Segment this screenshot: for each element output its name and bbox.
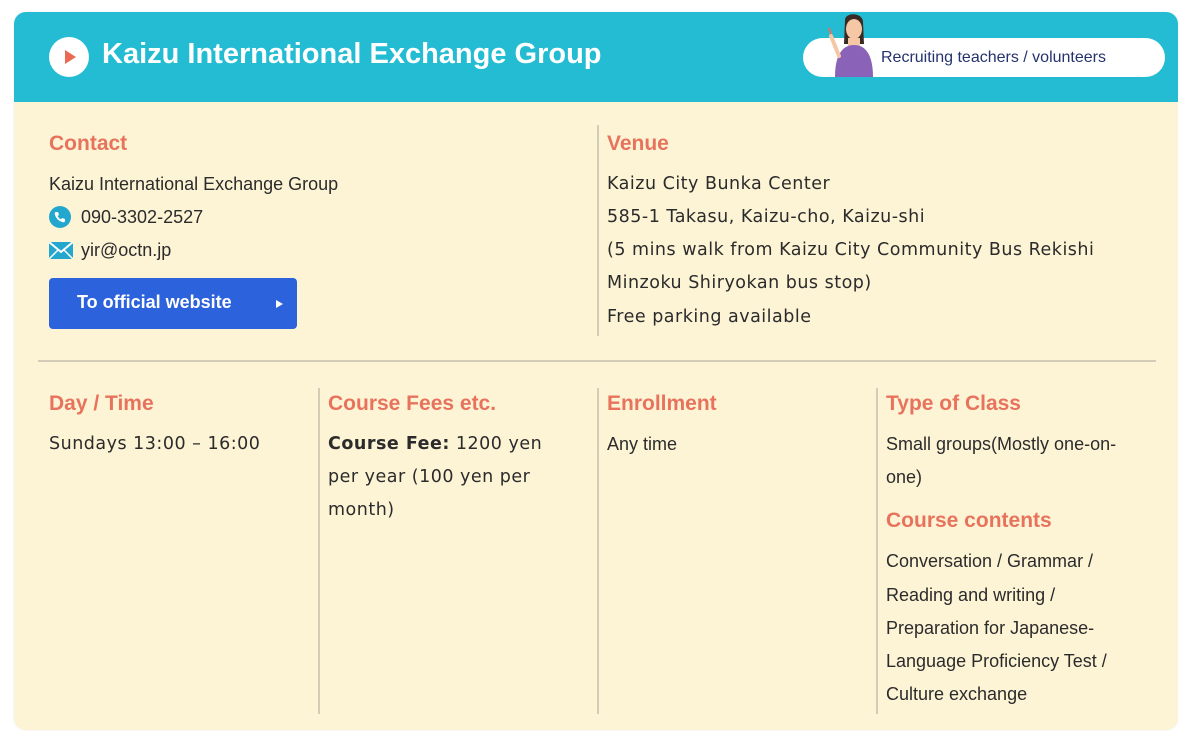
recruiting-badge[interactable]: Recruiting teachers / volunteers: [803, 14, 1165, 77]
divider: [597, 388, 599, 714]
fee-line-2: per year (100 yen per: [328, 467, 531, 487]
teacher-illustration: [828, 14, 873, 77]
venue-address: 585-1 Takasu, Kaizu-cho, Kaizu-shi: [607, 207, 926, 227]
venue-name: Kaizu City Bunka Center: [607, 174, 831, 194]
phone-icon: [49, 206, 71, 228]
day-time-heading: Day / Time: [49, 392, 154, 415]
official-website-button-label: To official website: [77, 292, 232, 312]
email-address[interactable]: yir@octn.jp: [81, 234, 171, 267]
class-type-heading: Type of Class: [886, 392, 1021, 415]
divider: [876, 388, 878, 714]
divider: [597, 125, 599, 336]
fee-amount: 1200 yen: [449, 434, 543, 454]
recruiting-label: Recruiting teachers / volunteers: [881, 49, 1106, 66]
section-divider: [38, 360, 1156, 362]
contact-organization: Kaizu International Exchange Group: [49, 174, 339, 194]
enrollment-heading: Enrollment: [607, 392, 717, 415]
course-contents-heading: Course contents: [886, 509, 1052, 532]
button-arrow-icon: [276, 300, 283, 308]
course-contents-line-3: Preparation for Japanese-: [886, 618, 1095, 638]
mail-icon: [49, 242, 73, 259]
header: Kaizu International Exchange Group Recru…: [14, 12, 1178, 102]
class-type-line-2: one): [886, 467, 923, 487]
enrollment-value: Any time: [607, 434, 678, 454]
course-contents-line-4: Language Proficiency Test /: [886, 651, 1107, 671]
phone-number[interactable]: 090-3302-2527: [81, 201, 203, 234]
fee-line-3: month): [328, 500, 395, 520]
contact-heading: Contact: [49, 132, 128, 155]
official-website-button[interactable]: To official website: [49, 278, 297, 329]
divider: [318, 388, 320, 714]
play-icon: [49, 37, 89, 77]
fee-line-1: Course Fee: 1200 yen: [328, 428, 542, 461]
class-type-line-1: Small groups(Mostly one-on-: [886, 434, 1117, 454]
venue-directions-cont: Minzoku Shiryokan bus stop): [607, 273, 872, 293]
venue-directions: (5 mins walk from Kaizu City Community B…: [607, 240, 1095, 260]
page-title: Kaizu International Exchange Group: [102, 38, 602, 70]
fees-heading: Course Fees etc.: [328, 392, 497, 415]
day-time-value: Sundays 13:00 – 16:00: [49, 434, 261, 454]
venue-heading: Venue: [607, 132, 669, 155]
course-contents-line-5: Culture exchange: [886, 684, 1028, 704]
course-contents-line-1: Conversation / Grammar /: [886, 551, 1094, 571]
info-card: Kaizu International Exchange Group Recru…: [14, 12, 1178, 730]
venue-parking: Free parking available: [607, 307, 812, 327]
course-contents-line-2: Reading and writing /: [886, 585, 1056, 605]
fee-label: Course Fee:: [328, 434, 450, 454]
